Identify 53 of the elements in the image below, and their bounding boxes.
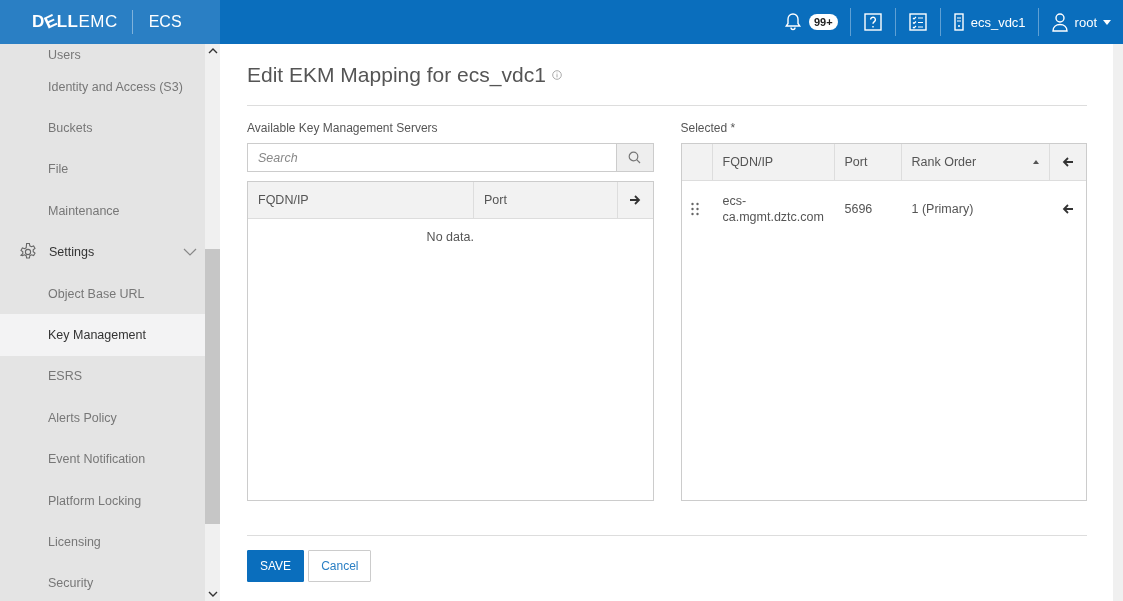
table-cell: ecs-ca.mgmt.dztc.com — [722, 193, 825, 225]
sort-icon — [1032, 160, 1039, 164]
panel-label: Available Key Management Servers — [247, 121, 439, 137]
panel-label: Selected * — [680, 121, 737, 137]
sidebar-item[interactable]: File — [0, 148, 205, 191]
sidebar-item[interactable]: Alerts Policy — [0, 397, 205, 439]
drag-handle-icon[interactable] — [690, 202, 699, 216]
user-menu-button[interactable]: root — [1038, 0, 1123, 44]
search-field[interactable]: Search — [247, 143, 617, 172]
sidebar-scrollbar[interactable] — [205, 44, 220, 601]
chevron-icon — [183, 248, 197, 257]
search-icon — [628, 151, 641, 164]
notification-badge: 99+ — [809, 14, 838, 30]
logo: D E LLEMC — [32, 12, 118, 32]
user-icon — [1050, 12, 1069, 32]
sidebar-item[interactable]: ESRS — [0, 355, 205, 398]
sidebar-item[interactable]: Platform Locking — [0, 479, 205, 522]
column-header: FQDN/IP — [248, 182, 474, 218]
column-header[interactable]: FQDN/IP — [712, 144, 835, 180]
checklist-icon — [907, 12, 928, 32]
notifications-button[interactable]: 99+ — [771, 0, 850, 44]
sidebar-item[interactable]: Maintenance — [0, 190, 205, 232]
column-header: Port — [474, 182, 618, 218]
table-cell: 1 (Primary) — [911, 202, 974, 216]
page-scrollbar[interactable] — [1113, 44, 1123, 601]
column-header[interactable]: Port — [834, 144, 902, 180]
sidebar-item[interactable]: Event Notification — [0, 438, 205, 480]
column-header[interactable]: Rank Order — [901, 144, 1050, 180]
scroll-up-icon[interactable] — [207, 48, 218, 54]
search-button[interactable] — [616, 143, 654, 172]
help-icon — [862, 12, 883, 32]
arrow-left-icon[interactable] — [1061, 156, 1074, 168]
sidebar-item[interactable]: Users — [0, 44, 205, 66]
sidebar-item[interactable]: Security — [0, 562, 205, 601]
cancel-button[interactable]: Cancel — [308, 550, 372, 582]
arrow-left-icon[interactable] — [1061, 203, 1074, 215]
sidebar-section[interactable]: Settings — [0, 231, 205, 273]
caret-icon — [1103, 19, 1111, 25]
server-icon — [952, 13, 965, 31]
arrow-right-icon[interactable] — [629, 194, 641, 206]
product-name: ECS — [131, 10, 182, 34]
bell-icon — [783, 12, 803, 32]
empty-message: No data. — [425, 229, 475, 244]
page-title: Edit EKM Mapping for ecs_vdc1 — [247, 62, 546, 87]
save-button[interactable]: SAVE — [247, 550, 305, 582]
sidebar-item[interactable]: Identity and Access (S3) — [0, 66, 205, 108]
scroll-down-icon[interactable] — [207, 591, 218, 597]
sidebar-item[interactable]: Key Management — [0, 314, 205, 356]
vdc-button[interactable]: ecs_vdc1 — [940, 0, 1038, 44]
table-cell: 5696 — [844, 202, 873, 216]
sidebar-item[interactable]: Buckets — [0, 107, 205, 149]
sidebar-item[interactable]: Licensing — [0, 521, 205, 563]
sidebar-item[interactable]: Object Base URL — [0, 272, 205, 315]
